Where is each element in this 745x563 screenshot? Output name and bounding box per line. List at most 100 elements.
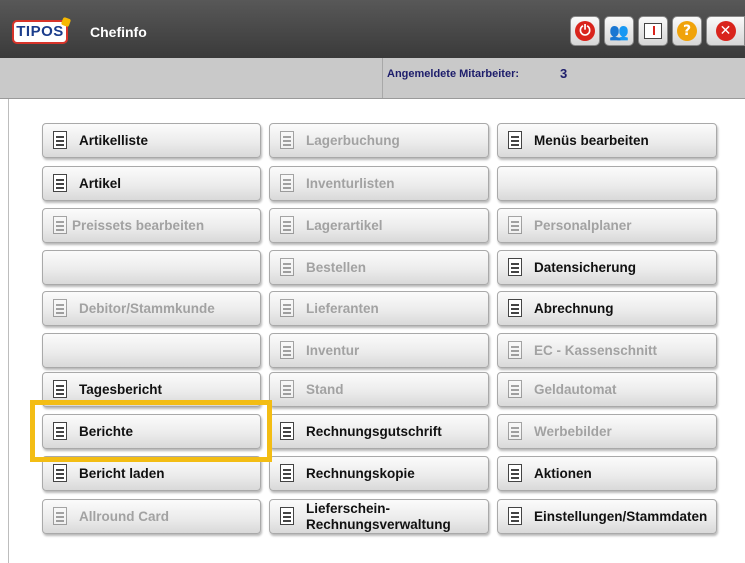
artikelliste-button[interactable]: Artikelliste [42, 123, 261, 158]
lagerbuchung-label: Lagerbuchung [306, 133, 400, 148]
lieferschein-rechnungsverwaltung-button[interactable]: Lieferschein- Rechnungsverwaltung [269, 499, 489, 534]
billing-icon [505, 298, 527, 320]
stand-button[interactable]: Stand [269, 372, 489, 407]
highlight-box [30, 400, 272, 462]
abrechnung-label: Abrechnung [534, 301, 614, 316]
help-button[interactable]: ? [672, 16, 702, 46]
help-icon: ? [677, 21, 697, 41]
rechnungskopie-button[interactable]: Rechnungskopie [269, 456, 489, 491]
report-load-icon [50, 463, 72, 485]
card-icon [50, 506, 72, 528]
report-chart-icon [50, 379, 72, 401]
stand-icon [277, 379, 299, 401]
bestellen-button[interactable]: Bestellen [269, 250, 489, 285]
rechnungskopie-label: Rechnungskopie [306, 466, 415, 481]
personalplaner-label: Personalplaner [534, 218, 632, 233]
artikel-button[interactable]: Artikel [42, 166, 261, 201]
warehouse-icon [277, 215, 299, 237]
werbebilder-button[interactable]: Werbebilder [497, 414, 717, 449]
lieferschein-label-line2: Rechnungsverwaltung [306, 516, 451, 532]
einstellungen-stammdaten-label: Einstellungen/Stammdaten [534, 509, 708, 524]
menu-edit-icon [505, 130, 527, 152]
power-button[interactable]: ⏻ [570, 16, 600, 46]
info-button[interactable] [638, 16, 668, 46]
list-edit-icon [50, 130, 72, 152]
users-button[interactable]: 👥 [604, 16, 634, 46]
allround-card-label: Allround Card [79, 509, 169, 524]
lieferschein-label-line1: Lieferschein- [306, 500, 391, 516]
preissets-bearbeiten-button[interactable]: Preissets bearbeiten [42, 208, 261, 243]
inventurlisten-button[interactable]: Inventurlisten [269, 166, 489, 201]
empty-button-r2[interactable] [497, 166, 717, 201]
price-tag-icon [505, 463, 527, 485]
debitor-stammkunde-label: Debitor/Stammkunde [79, 301, 215, 316]
artikelliste-label: Artikelliste [79, 133, 149, 148]
bestellen-label: Bestellen [306, 260, 367, 275]
lagerbuchung-button[interactable]: Lagerbuchung [269, 123, 489, 158]
stand-label: Stand [306, 382, 344, 397]
lieferanten-button[interactable]: Lieferanten [269, 291, 489, 326]
debitor-stammkunde-button[interactable]: Debitor/Stammkunde [42, 291, 261, 326]
bericht-laden-label: Bericht laden [79, 466, 165, 481]
lagerartikel-label: Lagerartikel [306, 218, 383, 233]
aktionen-label: Aktionen [534, 466, 592, 481]
image-icon [505, 421, 527, 443]
personalplaner-button[interactable]: Personalplaner [497, 208, 717, 243]
werbebilder-label: Werbebilder [534, 424, 612, 439]
truck-icon [277, 298, 299, 320]
document-add-icon [277, 130, 299, 152]
save-disk-icon [505, 257, 527, 279]
geldautomat-button[interactable]: Geldautomat [497, 372, 717, 407]
customer-edit-icon [50, 298, 72, 320]
invoice-copy-icon [277, 463, 299, 485]
datensicherung-button[interactable]: Datensicherung [497, 250, 717, 285]
settings-icon [505, 506, 527, 528]
logged-in-staff-label: Angemeldete Mitarbeiter: [387, 68, 520, 80]
inventur-button[interactable]: Inventur [269, 333, 489, 368]
delivery-note-icon [277, 506, 299, 528]
title-bar: TIPOS Chefinfo ⏻ 👥 ? ✕ [0, 0, 745, 58]
calendar-icon [505, 215, 527, 237]
left-border [8, 99, 9, 563]
menues-bearbeiten-label: Menüs bearbeiten [534, 133, 649, 148]
logged-in-staff-count: 3 [560, 66, 568, 81]
tagesbericht-label: Tagesbericht [79, 382, 163, 397]
close-icon: ✕ [715, 21, 736, 41]
rechnungsgutschrift-label: Rechnungsgutschrift [306, 424, 442, 439]
datensicherung-label: Datensicherung [534, 260, 637, 275]
inventur-label: Inventur [306, 343, 360, 358]
coins-icon [505, 379, 527, 401]
empty-button-r6[interactable] [42, 333, 261, 368]
users-icon: 👥 [609, 21, 629, 41]
lieferanten-label: Lieferanten [306, 301, 379, 316]
abrechnung-button[interactable]: Abrechnung [497, 291, 717, 326]
lagerartikel-button[interactable]: Lagerartikel [269, 208, 489, 243]
artikel-label: Artikel [79, 176, 122, 191]
geldautomat-label: Geldautomat [534, 382, 617, 397]
einstellungen-stammdaten-button[interactable]: Einstellungen/Stammdaten [497, 499, 717, 534]
inventory-icon [277, 340, 299, 362]
inventory-list-icon [277, 173, 299, 195]
empty-button-r4[interactable] [42, 250, 261, 285]
allround-card-button[interactable]: Allround Card [42, 499, 261, 534]
lieferschein-rechnungsverwaltung-label: Lieferschein- Rechnungsverwaltung [306, 501, 451, 533]
menues-bearbeiten-button[interactable]: Menüs bearbeiten [497, 123, 717, 158]
inventurlisten-label: Inventurlisten [306, 176, 395, 191]
app-title: Chefinfo [90, 24, 147, 40]
aktionen-button[interactable]: Aktionen [497, 456, 717, 491]
status-bar: Angemeldete Mitarbeiter: 3 [0, 58, 745, 99]
power-icon: ⏻ [575, 21, 595, 41]
rechnungsgutschrift-button[interactable]: Rechnungsgutschrift [269, 414, 489, 449]
tipos-logo: TIPOS [12, 20, 68, 44]
price-edit-icon [50, 215, 72, 237]
shopping-cart-icon [277, 257, 299, 279]
credit-note-icon [277, 421, 299, 443]
close-button[interactable]: ✕ [706, 16, 745, 46]
article-edit-icon [50, 173, 72, 195]
ec-kassenschnitt-label: EC - Kassenschnitt [534, 343, 658, 358]
ec-kassenschnitt-button[interactable]: EC - Kassenschnitt [497, 333, 717, 368]
card-terminal-icon [505, 340, 527, 362]
info-icon [644, 23, 662, 39]
status-divider [382, 58, 383, 98]
preissets-bearbeiten-label: Preissets bearbeiten [72, 218, 205, 233]
